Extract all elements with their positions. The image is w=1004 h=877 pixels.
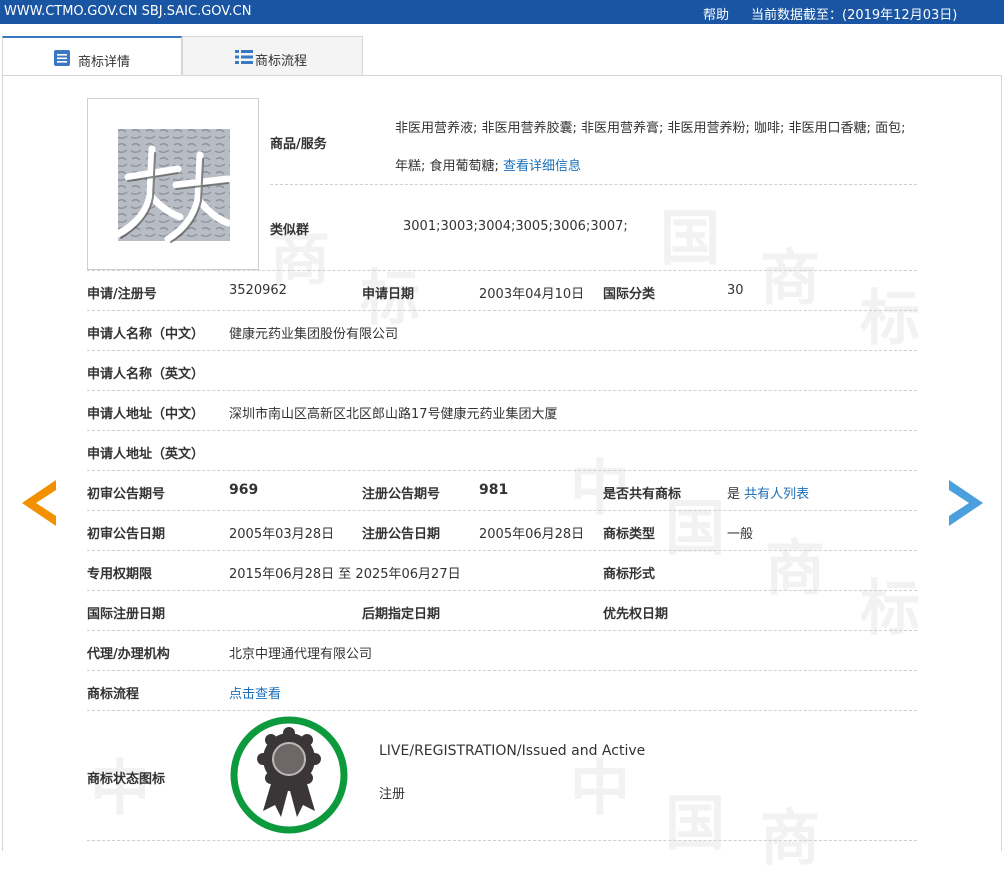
watermark-char: 商	[765, 534, 825, 604]
reg-no-label: 申请/注册号	[87, 287, 157, 302]
top-bar: WWW.CTMO.GOV.CN SBJ.SAIC.GOV.CN 帮助 当前数据截…	[0, 0, 1004, 24]
award-ribbon-icon	[230, 716, 348, 834]
divider	[270, 184, 917, 185]
reg-issue-value: 981	[479, 482, 509, 498]
applicant-en-label: 申请人名称（英文）	[87, 367, 205, 382]
address-en-label: 申请人地址（英文）	[87, 447, 205, 462]
prelim-date-label: 初审公告日期	[87, 527, 166, 542]
shared-label: 是否共有商标	[603, 487, 682, 502]
goods-value: 非医用营养液; 非医用营养胶囊; 非医用营养膏; 非医用营养粉; 咖啡; 非医用…	[395, 121, 906, 174]
divider	[87, 550, 917, 551]
goods-label: 商品/服务	[270, 137, 327, 152]
status-label: 商标状态图标	[87, 772, 166, 787]
prelim-issue-label: 初审公告期号	[87, 487, 166, 502]
list-doc-icon	[54, 50, 70, 66]
help-link[interactable]: 帮助	[703, 4, 729, 23]
trademark-logo-icon	[114, 129, 232, 243]
divider	[87, 270, 917, 271]
view-process-link[interactable]: 点击查看	[229, 683, 281, 702]
address-cn-label: 申请人地址（中文）	[87, 407, 205, 422]
tab-trademark-detail[interactable]: 商标详情	[2, 36, 182, 76]
priority-date-label: 优先权日期	[603, 607, 669, 622]
tm-type-value: 一般	[727, 527, 754, 542]
site-domains: WWW.CTMO.GOV.CN SBJ.SAIC.GOV.CN	[4, 4, 252, 19]
data-cutoff-date: 当前数据截至：(2019年12月03日)	[751, 8, 958, 23]
view-details-link[interactable]: 查看详细信息	[503, 159, 581, 174]
next-arrow-icon[interactable]	[949, 480, 983, 526]
agent-value: 北京中理通代理有限公司	[229, 647, 373, 662]
shared-value: 是 共有人列表	[727, 483, 809, 502]
divider	[87, 670, 917, 671]
applicant-cn-label: 申请人名称（中文）	[87, 327, 205, 342]
divider	[87, 350, 917, 351]
intl-reg-date-label: 国际注册日期	[87, 607, 166, 622]
watermark-char: 国	[660, 204, 720, 274]
app-date-value: 2003年04月10日	[479, 287, 585, 302]
divider	[87, 510, 917, 511]
reg-issue-label: 注册公告期号	[362, 487, 441, 502]
process-label: 商标流程	[87, 687, 140, 702]
exclusive-value: 2015年06月28日 至 2025年06月27日	[229, 567, 461, 582]
watermark-char: 商	[760, 804, 820, 874]
divider	[87, 430, 917, 431]
watermark-char: 标	[860, 574, 920, 644]
prelim-issue-value: 969	[229, 482, 259, 498]
intl-class-label: 国际分类	[603, 287, 656, 302]
reg-date-label: 注册公告日期	[362, 527, 441, 542]
prelim-date-value: 2005年03月28日	[229, 527, 335, 542]
app-date-label: 申请日期	[362, 287, 415, 302]
co-owner-list-link[interactable]: 共有人列表	[744, 487, 809, 502]
status-cn: 注册	[379, 787, 406, 802]
reg-no-value: 3520962	[229, 283, 287, 298]
divider	[87, 390, 917, 391]
later-date-label: 后期指定日期	[362, 607, 441, 622]
trademark-image	[87, 98, 259, 270]
divider	[87, 630, 917, 631]
exclusive-label: 专用权期限	[87, 567, 153, 582]
tab-label: 商标详情	[78, 55, 131, 70]
prev-arrow-icon[interactable]	[22, 480, 56, 526]
reg-date-value: 2005年06月28日	[479, 527, 585, 542]
intl-class-value: 30	[727, 283, 744, 298]
watermark-char: 商	[760, 244, 820, 314]
shared-answer: 是	[727, 487, 741, 502]
divider	[87, 840, 917, 841]
agent-label: 代理/办理机构	[87, 647, 170, 662]
tm-type-label: 商标类型	[603, 527, 656, 542]
watermark-char: 国	[665, 789, 725, 859]
tm-form-label: 商标形式	[603, 567, 656, 582]
divider	[87, 470, 917, 471]
applicant-cn-value: 健康元药业集团股份有限公司	[229, 327, 399, 342]
goods-services: 非医用营养液; 非医用营养胶囊; 非医用营养膏; 非医用营养粉; 咖啡; 非医用…	[395, 110, 917, 186]
status-en: LIVE/REGISTRATION/Issued and Active	[379, 743, 646, 759]
divider	[87, 310, 917, 311]
tab-label: 商标流程	[255, 54, 308, 69]
similar-group-label: 类似群	[270, 223, 310, 238]
divider	[87, 710, 917, 711]
watermark-char: 标	[860, 284, 920, 354]
divider	[87, 590, 917, 591]
list-icon	[235, 50, 253, 64]
tab-trademark-process[interactable]: 商标流程	[182, 36, 363, 76]
address-cn-value: 深圳市南山区高新区北区郎山路17号健康元药业集团大厦	[229, 407, 558, 422]
similar-group-value: 3001;3003;3004;3005;3006;3007;	[403, 219, 628, 234]
